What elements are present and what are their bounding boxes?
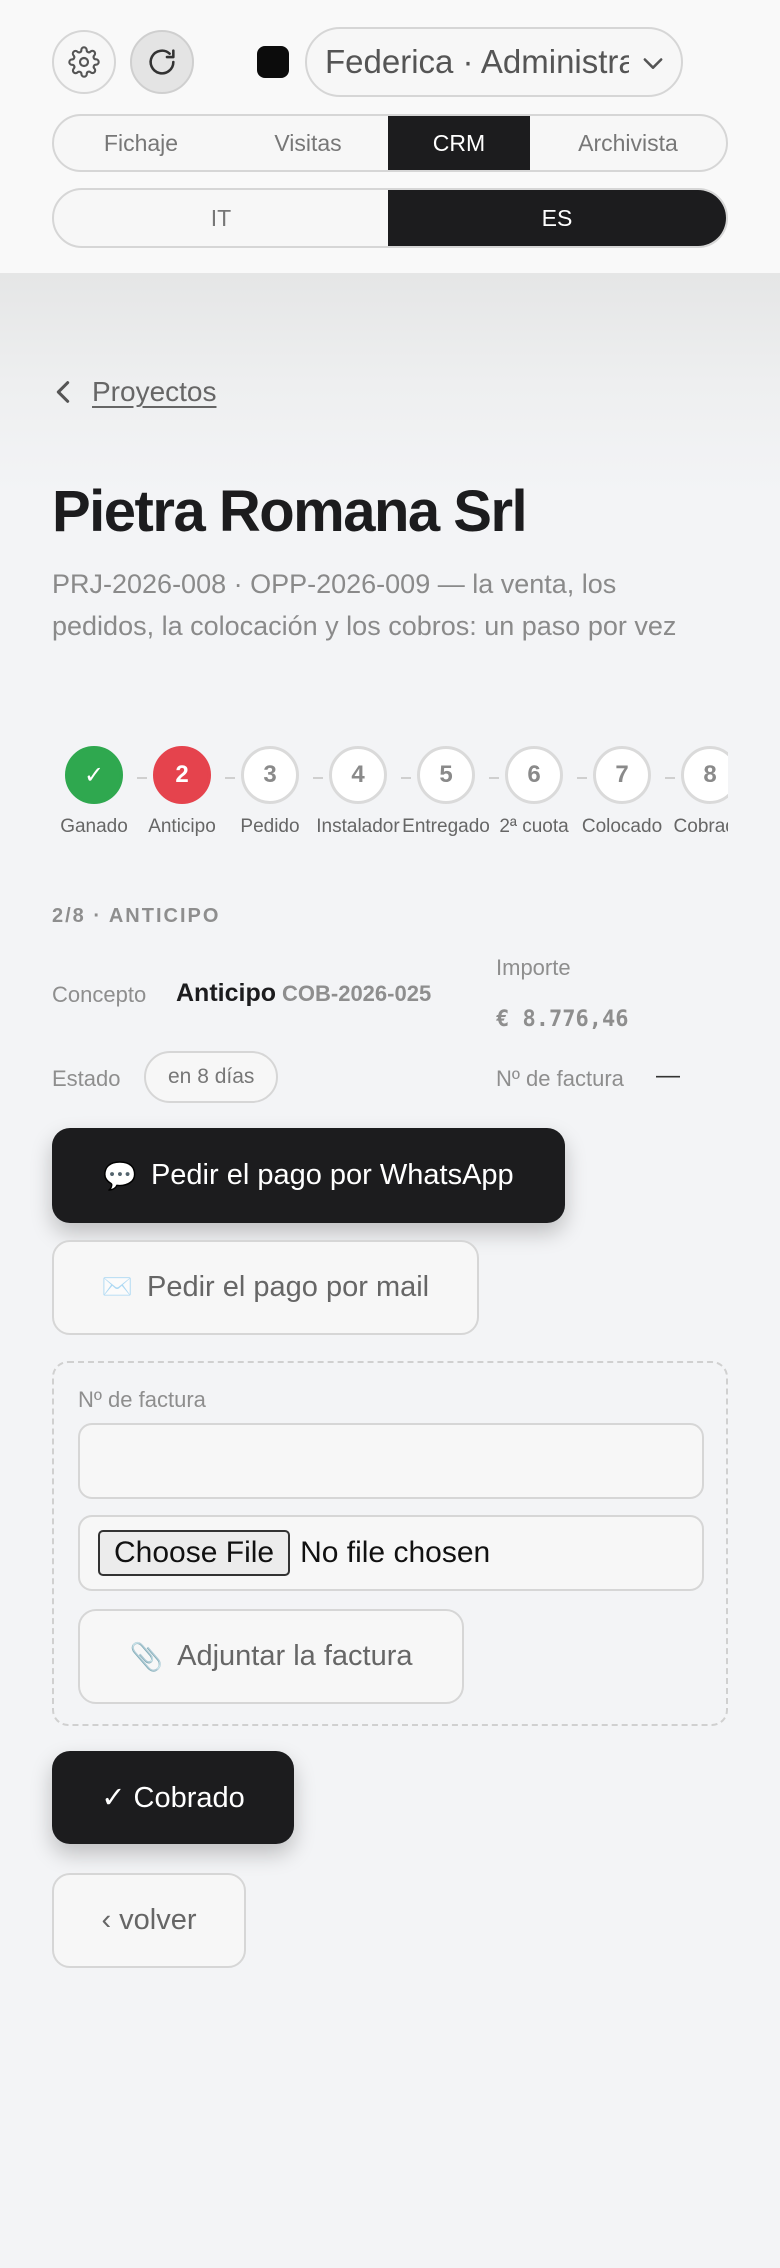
section-label: 2/8 · ANTICIPO xyxy=(52,905,221,927)
invoice-number-value: — xyxy=(656,1062,680,1089)
app-header: Federica · Administración Fichaje Visita… xyxy=(0,0,780,274)
chevron-left-icon xyxy=(56,381,70,403)
step-check-icon: ✓ xyxy=(65,746,123,804)
main-nav-tabs: Fichaje Visitas CRM Archivista xyxy=(52,114,728,172)
envelope-icon: ✉️ xyxy=(101,1273,134,1301)
step-label: 2ª cuota xyxy=(499,816,569,837)
tab-fichaje[interactable]: Fichaje xyxy=(54,116,228,170)
step-number: 6 xyxy=(505,746,563,804)
language-es[interactable]: ES xyxy=(388,190,726,246)
tab-visitas[interactable]: Visitas xyxy=(228,116,388,170)
amount-value: € 8.776,46 xyxy=(496,1007,629,1032)
concept-name: Anticipo xyxy=(176,979,276,1007)
concept-code: COB-2026-025 xyxy=(282,981,432,1006)
step-anticipo[interactable]: 2 Anticipo xyxy=(140,746,224,838)
invoice-number-label: Nº de factura xyxy=(496,1066,624,1091)
mark-paid-button[interactable]: ✓ Cobrado xyxy=(52,1751,294,1844)
tab-crm[interactable]: CRM xyxy=(388,116,530,170)
step-entregado[interactable]: 5 Entregado xyxy=(402,746,490,838)
refresh-button[interactable] xyxy=(130,30,194,94)
step-label: Cobrado xyxy=(673,816,728,837)
account-select[interactable]: Federica · Administración xyxy=(305,27,683,97)
step-pedido[interactable]: 3 Pedido xyxy=(228,746,312,838)
step-number: 3 xyxy=(241,746,299,804)
brand-color-swatch xyxy=(257,46,289,78)
step-ganado[interactable]: ✓ Ganado xyxy=(52,746,136,838)
whatsapp-request-button[interactable]: 💬 Pedir el pago por WhatsApp xyxy=(52,1128,565,1223)
step-number: 8 xyxy=(681,746,728,804)
whatsapp-request-label: Pedir el pago por WhatsApp xyxy=(150,1159,514,1191)
mail-request-button[interactable]: ✉️ Pedir el pago por mail xyxy=(52,1240,479,1335)
invoice-form: Nº de factura Choose File No file chosen… xyxy=(52,1361,728,1726)
attach-invoice-button[interactable]: 📎 Adjuntar la factura xyxy=(78,1609,464,1704)
speech-bubble-icon: 💬 xyxy=(103,1160,137,1191)
breadcrumb-projects-link[interactable]: Proyectos xyxy=(92,376,217,408)
step-label: Anticipo xyxy=(148,816,216,837)
page-subtitle: PRJ-2026-008 · OPP-2026-009 — la venta, … xyxy=(52,569,677,641)
step-label: Colocado xyxy=(581,816,663,837)
progress-stepper: ✓ Ganado 2 Anticipo 3 Pedido 4 Instalado… xyxy=(52,746,728,846)
account-select-label: Federica · Administración xyxy=(325,43,629,80)
settings-button[interactable] xyxy=(52,30,116,94)
status-badge: en 8 días xyxy=(144,1051,279,1103)
concept-label: Concepto xyxy=(52,982,147,1007)
attach-invoice-label: Adjuntar la factura xyxy=(177,1640,413,1672)
step-label: Pedido xyxy=(240,816,300,837)
step-label: Ganado xyxy=(60,816,128,837)
mail-request-label: Pedir el pago por mail xyxy=(147,1271,430,1303)
step-label: Entregado xyxy=(402,816,490,837)
refresh-icon xyxy=(149,49,175,75)
step-number: 7 xyxy=(593,746,651,804)
tab-archivista[interactable]: Archivista xyxy=(530,116,726,170)
gear-icon xyxy=(68,46,100,78)
amount-label: Importe xyxy=(496,955,571,980)
concept-value: Anticipo COB-2026-025 xyxy=(176,979,431,1008)
status-label: Estado xyxy=(52,1066,121,1091)
step-label: Instalador xyxy=(316,816,400,837)
back-button[interactable]: ‹ volver xyxy=(52,1873,246,1968)
step-number: 2 xyxy=(153,746,211,804)
step-segunda-cuota[interactable]: 6 2ª cuota xyxy=(492,746,576,838)
page-title: Pietra Romana Srl xyxy=(52,479,528,544)
invoice-field-label: Nº de factura xyxy=(78,1387,206,1412)
step-colocado[interactable]: 7 Colocado xyxy=(580,746,664,838)
invoice-number-input[interactable] xyxy=(78,1423,704,1499)
choose-file-button[interactable]: Choose File xyxy=(98,1530,291,1576)
step-instalador[interactable]: 4 Instalador xyxy=(316,746,400,838)
chevron-down-icon xyxy=(643,58,663,69)
file-status: No file chosen xyxy=(300,1536,491,1569)
step-number: 4 xyxy=(329,746,387,804)
step-number: 5 xyxy=(417,746,475,804)
invoice-file-input[interactable]: Choose File No file chosen xyxy=(78,1515,704,1591)
step-cobrado[interactable]: 8 Cobrado xyxy=(668,746,728,838)
breadcrumb[interactable]: Proyectos xyxy=(52,374,217,410)
paperclip-icon: 📎 xyxy=(129,1641,164,1672)
language-it[interactable]: IT xyxy=(54,190,388,246)
language-switch: IT ES xyxy=(52,188,728,248)
